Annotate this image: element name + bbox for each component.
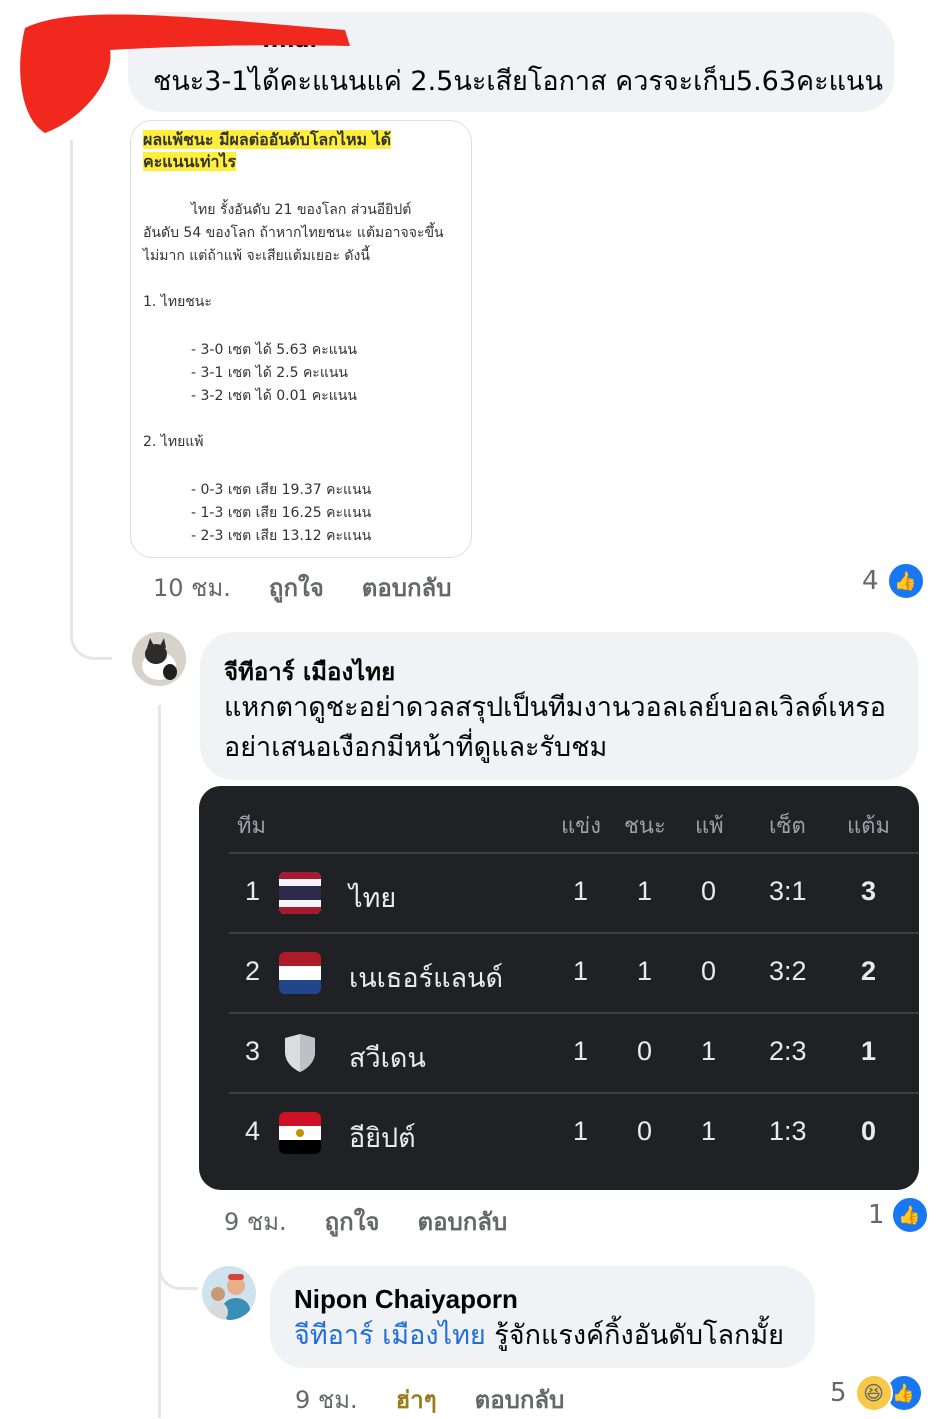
attachment-image[interactable]: ผลแพ้ชนะ มีผลต่ออันดับโลกไหม ได้ คะแนนเท… [130,120,472,558]
comment-time[interactable]: 9 ชม. [295,1380,358,1419]
like-icon: 👍 [890,1196,929,1234]
attachment-headline-2: คะแนนเท่าไร [143,152,237,171]
thread-line-reply [158,705,161,1418]
table-row: 3 สวีเดน 1 0 1 2:3 1 [229,1012,919,1094]
like-button[interactable]: ถูกใจ [269,568,324,607]
attachment-lose-heading: 2. ไทยแพ้ [143,434,204,450]
shield-icon [279,1032,321,1074]
reaction-count: 1 [868,1200,885,1230]
table-row: 2 เนเธอร์แลนด์ 1 1 0 3:2 2 [229,932,919,1014]
comment-time[interactable]: 9 ชม. [224,1202,287,1241]
table-header-points: แต้ม [847,813,890,838]
netherlands-flag-icon [279,952,321,994]
like-button[interactable]: ถูกใจ [325,1202,380,1241]
reply-button[interactable]: ตอบกลับ [475,1380,565,1419]
egypt-flag-icon [279,1112,321,1154]
thailand-flag-icon [279,872,321,914]
reaction-count: 4 [862,566,879,596]
attachment-lose-list: - 0-3 เซต เสีย 19.37 คะแนน - 1-3 เซต เสี… [191,482,372,544]
table-header-won: ชนะ [624,813,666,838]
table-row: 1 ไทย 1 1 0 3:1 3 [229,852,919,934]
thread-line-curve [70,618,112,660]
reaction-summary-1[interactable]: 4 👍 [862,562,925,600]
attachment-intro: ไทย รั้งอันดับ 21 ของโลก ส่วนอียิปต์ อัน… [143,202,444,264]
comment-text: แหกตาดูชะอย่าดวลสรุปเป็นทีมงานวอลเลย์บอล… [224,692,887,763]
attachment-headline: ผลแพ้ชนะ มีผลต่ออันดับโลกไหม ได้ [143,130,392,149]
comment-author-partial[interactable]: ...ial [262,28,317,53]
comment-text: ชนะ3-1ได้คะแนนแค่ 2.5นะเสียโอกาส ควรจะเก… [153,66,883,97]
reply-button[interactable]: ตอบกลับ [362,568,452,607]
table-header-team: ทีม [237,813,267,838]
table-header-sets: เซ็ต [769,813,806,838]
reaction-summary-3[interactable]: 5 😆 👍 [830,1374,923,1412]
reaction-summary-2[interactable]: 1 👍 [868,1196,929,1234]
reaction-count: 5 [830,1378,847,1408]
comment-author[interactable]: จีทีอาร์ เมืองไทย [224,652,395,691]
avatar[interactable] [132,632,186,686]
avatar[interactable] [202,1266,256,1320]
table-row: 4 อียิปต์ 1 0 1 1:3 0 [229,1092,919,1174]
comment-1-actions: 10 ชม. ถูกใจ ตอบกลับ [153,568,451,607]
mention-link[interactable]: จีทีอาร์ เมืองไทย [294,1320,486,1351]
like-icon: 👍 [886,562,925,600]
haha-button[interactable]: ฮ่าๆ [396,1380,437,1419]
thread-line-reply-curve [158,1250,198,1290]
comment-time[interactable]: 10 ชม. [153,568,231,607]
table-header-played: แข่ง [561,813,601,838]
comment-text: จีทีอาร์ เมืองไทย รู้จักแรงค์กิ้งอันดับโ… [294,1320,785,1351]
reply-button[interactable]: ตอบกลับ [417,1202,507,1241]
comment-3-actions: 9 ชม. ฮ่าๆ ตอบกลับ [295,1380,564,1419]
table-header-lost: แพ้ [695,813,724,838]
attachment-win-list: - 3-0 เซต ได้ 5.63 คะแนน - 3-1 เซต ได้ 2… [191,342,357,404]
haha-icon: 😆 [854,1374,893,1412]
standings-table-image[interactable]: ทีม แข่ง ชนะ แพ้ เซ็ต แต้ม 1 ไทย 1 1 0 3… [199,786,919,1190]
comment-author[interactable]: Nipon Chaiyaporn [294,1284,518,1315]
attachment-win-heading: 1. ไทยชนะ [143,294,212,310]
comment-2-actions: 9 ชม. ถูกใจ ตอบกลับ [224,1202,507,1241]
thread-line-main [70,140,73,620]
